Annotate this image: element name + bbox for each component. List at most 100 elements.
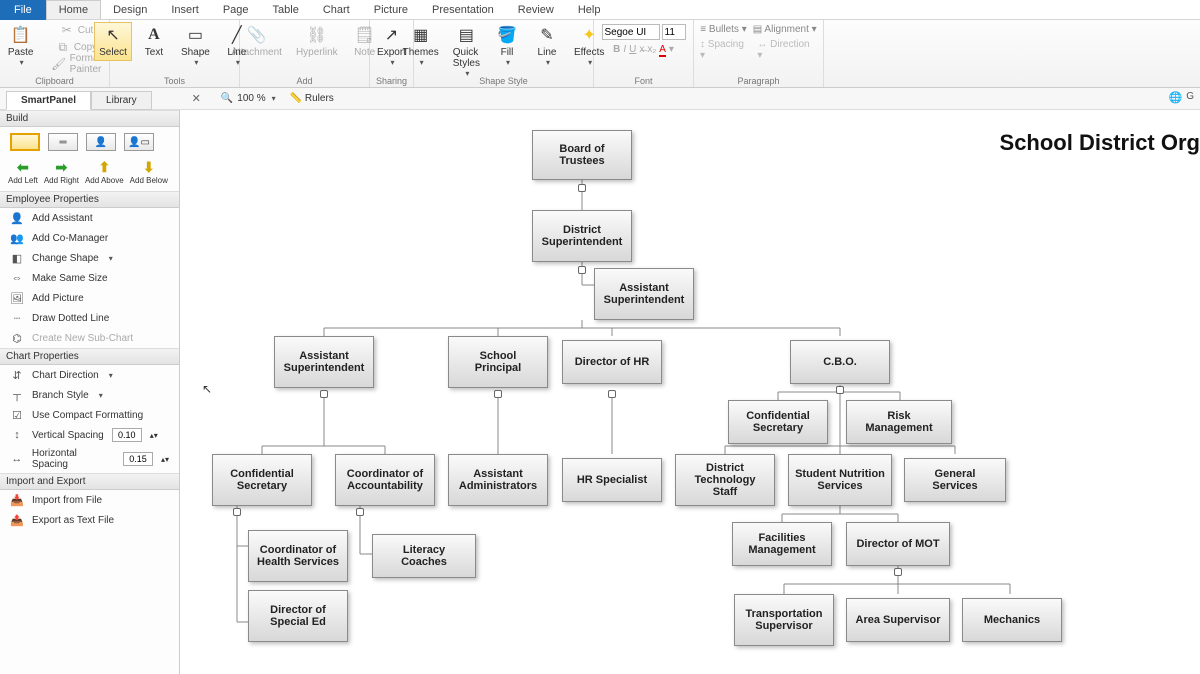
- bullets-button[interactable]: ≡ Bullets ▾: [700, 24, 746, 35]
- import-file-button[interactable]: 📥Import from File: [0, 490, 179, 510]
- node-nutrition[interactable]: Student Nutrition Services: [788, 454, 892, 506]
- node-facilities[interactable]: Facilities Management: [732, 522, 832, 566]
- node-asst-super-left[interactable]: Assistant Superintendent: [274, 336, 374, 388]
- node-hr-spec[interactable]: HR Specialist: [562, 458, 662, 502]
- node-risk[interactable]: Risk Management: [846, 400, 952, 444]
- strike-button[interactable]: x̶: [639, 44, 644, 57]
- draw-dotted-line-button[interactable]: ┈Draw Dotted Line: [0, 308, 179, 328]
- paste-button[interactable]: 📋 Paste ▾: [3, 22, 39, 70]
- chart-direction-button[interactable]: ⇵Chart Direction▾: [0, 365, 179, 385]
- tab-help[interactable]: Help: [566, 1, 613, 19]
- make-same-size-button[interactable]: ⇔Make Same Size: [0, 268, 179, 288]
- expand-toggle[interactable]: [494, 390, 502, 398]
- bold-button[interactable]: B: [613, 44, 620, 57]
- node-transport[interactable]: Transportation Supervisor: [734, 594, 834, 646]
- chevron-down-icon[interactable]: ▾: [272, 94, 276, 103]
- spinner-icon[interactable]: ▴▾: [150, 431, 158, 440]
- node-dist-super[interactable]: District Superintendent: [532, 210, 632, 262]
- subscript-button[interactable]: x₂: [647, 44, 656, 57]
- alignment-button[interactable]: ▤ Alignment ▾: [753, 24, 817, 35]
- tab-home[interactable]: Home: [46, 0, 101, 19]
- node-coord-acct[interactable]: Coordinator of Accountability: [335, 454, 435, 506]
- node-dir-hr[interactable]: Director of HR: [562, 340, 662, 384]
- add-below-button[interactable]: ⬇Add Below: [130, 159, 168, 185]
- branch-style-button[interactable]: ┬Branch Style▾: [0, 385, 179, 405]
- expand-toggle[interactable]: [320, 390, 328, 398]
- tab-insert[interactable]: Insert: [159, 1, 211, 19]
- node-dir-special[interactable]: Director of Special Ed: [248, 590, 348, 642]
- node-conf-sec-r[interactable]: Confidential Secretary: [728, 400, 828, 444]
- expand-toggle[interactable]: [233, 508, 241, 516]
- chart-canvas[interactable]: School District Org ↖: [180, 110, 1200, 674]
- expand-toggle[interactable]: [356, 508, 364, 516]
- attachment-button[interactable]: 📎Attachment: [226, 22, 287, 61]
- shape-style-4[interactable]: 👤▭: [124, 133, 154, 151]
- tab-review[interactable]: Review: [506, 1, 566, 19]
- expand-toggle[interactable]: [894, 568, 902, 576]
- tab-presentation[interactable]: Presentation: [420, 1, 506, 19]
- smartpanel-tab[interactable]: SmartPanel: [6, 91, 91, 110]
- line-style-button[interactable]: ✎Line▾: [529, 22, 565, 70]
- export-text-button[interactable]: 📤Export as Text File: [0, 510, 179, 530]
- font-name-select[interactable]: [602, 24, 660, 40]
- node-principal[interactable]: School Principal: [448, 336, 548, 388]
- expand-toggle[interactable]: [578, 266, 586, 274]
- node-board[interactable]: Board of Trustees: [532, 130, 632, 180]
- hyperlink-button[interactable]: ⛓Hyperlink: [291, 22, 343, 61]
- tab-design[interactable]: Design: [101, 1, 159, 19]
- world-icon[interactable]: 🌐: [1169, 91, 1183, 104]
- node-coord-health[interactable]: Coordinator of Health Services: [248, 530, 348, 582]
- node-asst-admin[interactable]: Assistant Administrators: [448, 454, 548, 506]
- shape-style-3[interactable]: 👤: [86, 133, 116, 151]
- compact-format-checkbox[interactable]: ☑Use Compact Formatting: [0, 405, 179, 425]
- node-dist-tech[interactable]: District Technology Staff: [675, 454, 775, 506]
- tab-page[interactable]: Page: [211, 1, 261, 19]
- horizontal-spacing-input[interactable]: [123, 452, 153, 466]
- add-picture-button[interactable]: 🖼Add Picture: [0, 288, 179, 308]
- rulers-toggle[interactable]: 📏 Rulers: [290, 93, 334, 104]
- font-size-select[interactable]: [662, 24, 686, 40]
- spinner-icon[interactable]: ▴▾: [161, 455, 169, 464]
- add-left-button[interactable]: ⬅Add Left: [8, 159, 38, 185]
- zoom-value[interactable]: 100 %: [237, 93, 265, 104]
- tab-table[interactable]: Table: [261, 1, 311, 19]
- highlight-button[interactable]: ▾: [669, 44, 674, 57]
- shape-style-1[interactable]: [10, 133, 40, 151]
- direction-button[interactable]: ↔ Direction ▾: [757, 39, 817, 61]
- quick-styles-button[interactable]: ▤Quick Styles▾: [448, 22, 485, 81]
- file-menu[interactable]: File: [0, 0, 46, 20]
- node-general[interactable]: General Services: [904, 458, 1006, 502]
- chart-title[interactable]: School District Org: [1000, 130, 1200, 156]
- node-dir-mot[interactable]: Director of MOT: [846, 522, 950, 566]
- add-right-button[interactable]: ➡Add Right: [44, 159, 79, 185]
- expand-toggle[interactable]: [608, 390, 616, 398]
- tab-picture[interactable]: Picture: [362, 1, 420, 19]
- library-tab[interactable]: Library: [91, 91, 152, 110]
- themes-button[interactable]: ▦Themes▾: [398, 22, 444, 70]
- expand-toggle[interactable]: [578, 184, 586, 192]
- node-area-sup[interactable]: Area Supervisor: [846, 598, 950, 642]
- add-assistant-button[interactable]: 👤Add Assistant: [0, 208, 179, 228]
- spacing-button[interactable]: ↕ Spacing ▾: [700, 39, 751, 61]
- font-color-button[interactable]: A: [659, 44, 666, 57]
- zoom-icon[interactable]: 🔍: [221, 93, 233, 104]
- shape-style-2[interactable]: ═: [48, 133, 78, 151]
- vertical-spacing-input[interactable]: [112, 428, 142, 442]
- node-asst-super-top[interactable]: Assistant Superintendent: [594, 268, 694, 320]
- shape-button[interactable]: ▭Shape▾: [176, 22, 215, 70]
- fill-button[interactable]: 🪣Fill▾: [489, 22, 525, 70]
- node-cbo[interactable]: C.B.O.: [790, 340, 890, 384]
- text-button[interactable]: AText: [136, 22, 172, 61]
- select-button[interactable]: ↖Select: [94, 22, 132, 61]
- change-shape-button[interactable]: ◧Change Shape▾: [0, 248, 179, 268]
- create-sub-chart-button[interactable]: ⌬Create New Sub-Chart: [0, 328, 179, 348]
- panel-close-icon[interactable]: ✕: [192, 92, 201, 105]
- expand-toggle[interactable]: [836, 386, 844, 394]
- node-mechanics[interactable]: Mechanics: [962, 598, 1062, 642]
- add-above-button[interactable]: ⬆Add Above: [85, 159, 124, 185]
- node-conf-sec-l[interactable]: Confidential Secretary: [212, 454, 312, 506]
- node-literacy[interactable]: Literacy Coaches: [372, 534, 476, 578]
- tab-chart[interactable]: Chart: [311, 1, 362, 19]
- italic-button[interactable]: I: [623, 44, 626, 57]
- add-comanager-button[interactable]: 👥Add Co-Manager: [0, 228, 179, 248]
